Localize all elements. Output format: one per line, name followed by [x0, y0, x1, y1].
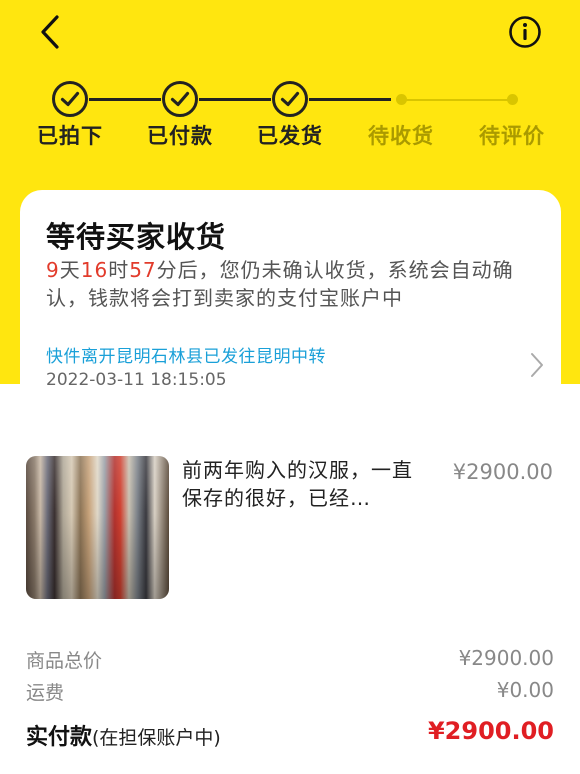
- total-label: 商品总价: [26, 650, 103, 672]
- step-shipped: 已发货: [235, 80, 345, 150]
- step-awaiting-receipt: 待收货: [346, 80, 456, 150]
- product-price: ¥2900.00: [452, 460, 553, 484]
- info-button[interactable]: [503, 10, 547, 54]
- summary-shipping-row: 运费 ¥0.00: [26, 678, 554, 708]
- order-detail-page: 已拍下 已付款 已发货 待收货 待评价 等待买家收货 9天16时57分后，您仍未…: [0, 0, 580, 774]
- countdown-days-unit: 天: [59, 258, 81, 282]
- step-paid: 已付款: [125, 80, 235, 150]
- shipping-value: ¥0.00: [496, 678, 554, 702]
- step-dot: [506, 93, 518, 105]
- countdown-days: 9: [46, 258, 60, 282]
- countdown-minutes: 57: [129, 258, 157, 282]
- product-item[interactable]: 前两年购入的汉服，一直保存的很好，已经… ¥2900.00: [0, 440, 580, 620]
- check-circle-icon: [162, 81, 198, 117]
- status-title: 等待买家收货: [46, 220, 227, 254]
- countdown-hours-unit: 时: [108, 258, 130, 282]
- back-button[interactable]: [28, 10, 72, 54]
- step-label: 待评价: [479, 124, 545, 148]
- total-value: ¥2900.00: [458, 646, 554, 670]
- summary-total-row: 商品总价 ¥2900.00: [26, 646, 554, 676]
- tracking-time: 2022-03-11 18:15:05: [46, 370, 227, 390]
- step-label: 待收货: [368, 124, 434, 148]
- step-label: 已发货: [257, 124, 323, 148]
- paid-label-text: 实付款: [26, 725, 93, 750]
- tracking-text: 快件离开昆明石林县已发往昆明中转: [46, 347, 326, 367]
- step-awaiting-review: 待评价: [457, 80, 567, 150]
- step-dot: [395, 93, 407, 105]
- product-thumbnail: [26, 456, 169, 599]
- paid-sub-text: (在担保账户中): [92, 727, 221, 749]
- paid-label: 实付款(在担保账户中): [26, 719, 221, 751]
- step-label: 已拍下: [37, 124, 103, 148]
- step-label: 已付款: [147, 124, 213, 148]
- check-circle-icon: [272, 81, 308, 117]
- product-title: 前两年购入的汉服，一直保存的很好，已经…: [182, 458, 413, 510]
- chevron-left-icon: [41, 15, 59, 49]
- paid-value: ¥2900.00: [427, 717, 554, 745]
- top-bar: [0, 0, 580, 70]
- shipping-label: 运费: [26, 682, 65, 704]
- countdown-hours: 16: [80, 258, 109, 282]
- check-circle-icon: [52, 81, 88, 117]
- summary-paid-row: 实付款(在担保账户中) ¥2900.00: [26, 717, 554, 753]
- countdown-message: 9天16时57分后，您仍未确认收货，系统会自动确认，钱款将会打到卖家的支付宝账户…: [46, 256, 536, 312]
- order-progress: 已拍下 已付款 已发货 待收货 待评价: [0, 80, 580, 150]
- step-ordered: 已拍下: [15, 80, 125, 150]
- status-card: 等待买家收货 9天16时57分后，您仍未确认收货，系统会自动确认，钱款将会打到卖…: [20, 190, 561, 416]
- chevron-right-icon: [531, 353, 543, 377]
- tracking-row[interactable]: 快件离开昆明石林县已发往昆明中转 2022-03-11 18:15:05: [20, 330, 561, 400]
- info-circle-icon: [509, 16, 541, 48]
